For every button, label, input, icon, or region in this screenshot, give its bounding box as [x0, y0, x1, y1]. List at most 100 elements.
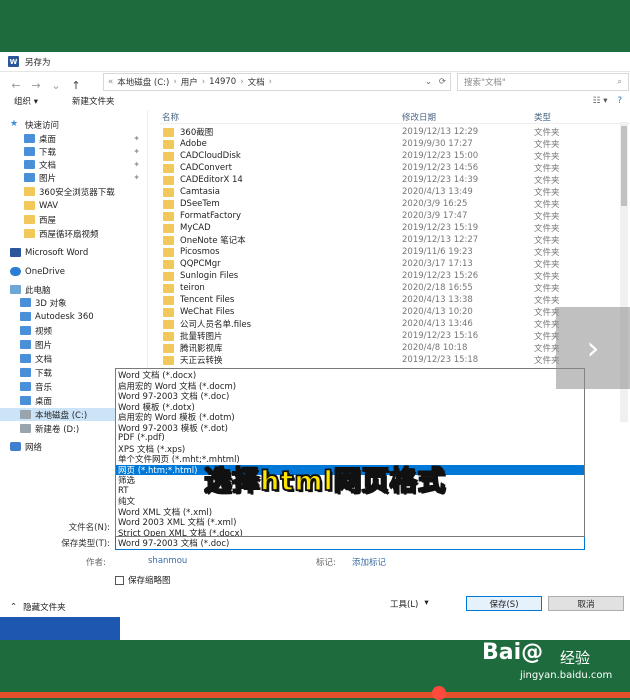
- sidebar-item[interactable]: Microsoft Word: [0, 246, 147, 259]
- file-row[interactable]: Adobe 2019/9/30 17:27 文件夹: [160, 138, 630, 150]
- file-row[interactable]: OneNote 笔记本 2019/12/13 12:27 文件夹: [160, 234, 630, 246]
- file-row[interactable]: CADConvert 2019/12/23 14:56 文件夹: [160, 162, 630, 174]
- drive-icon: [20, 424, 31, 433]
- column-date[interactable]: 修改日期: [402, 111, 436, 123]
- file-type: 文件夹: [534, 140, 560, 150]
- view-options-icon[interactable]: ☷ ▾: [593, 96, 608, 106]
- file-type: 文件夹: [534, 296, 560, 306]
- file-type: 文件夹: [534, 128, 560, 138]
- tags-label: 标记:: [316, 558, 336, 568]
- sidebar-item[interactable]: 图片: [0, 338, 147, 351]
- tags-value[interactable]: 添加标记: [352, 556, 386, 568]
- cancel-button[interactable]: 取消: [548, 596, 624, 611]
- save-button[interactable]: 保存(S): [466, 596, 542, 611]
- file-row[interactable]: MyCAD 2019/12/23 15:19 文件夹: [160, 222, 630, 234]
- file-row[interactable]: teiron 2020/2/18 16:55 文件夹: [160, 282, 630, 294]
- folder-icon: [24, 215, 35, 224]
- organize-button[interactable]: 组织 ▾: [14, 95, 38, 107]
- filetype-option[interactable]: Word 97-2003 模板 (*.dot): [116, 423, 584, 434]
- sidebar-item-label: 下载: [35, 368, 53, 379]
- sidebar-item[interactable]: 桌面 ✦: [0, 132, 147, 145]
- file-row[interactable]: Picosmos 2019/11/6 19:23 文件夹: [160, 246, 630, 258]
- sidebar-item[interactable]: 360安全浏览器下载: [0, 185, 147, 198]
- file-name: teiron: [180, 283, 205, 293]
- sidebar-item[interactable]: Autodesk 360: [0, 310, 147, 323]
- file-date: 2019/12/23 14:39: [402, 175, 479, 185]
- sidebar-item-label: 视频: [35, 326, 53, 337]
- back-arrow-icon[interactable]: ←: [8, 77, 24, 93]
- taskbar-app[interactable]: [0, 617, 120, 640]
- sidebar-item[interactable]: 西屋循环扇视频: [0, 227, 147, 240]
- filetype-select[interactable]: Word 97-2003 文档 (*.doc): [115, 536, 585, 550]
- file-date: 2020/3/9 17:47: [402, 211, 468, 221]
- sidebar-item-label: Microsoft Word: [25, 247, 89, 258]
- sidebar-item-label: 桌面: [39, 134, 57, 145]
- filetype-dropdown-list[interactable]: Word 文档 (*.docx) 启用宏的 Word 文档 (*.docm) Wor…: [115, 368, 585, 537]
- file-row[interactable]: 360截图 2019/12/13 12:29 文件夹: [160, 126, 630, 138]
- sidebar-item-label: 此电脑: [25, 285, 51, 296]
- desktop-icon: [20, 396, 31, 405]
- breadcrumb-users[interactable]: 用户: [181, 76, 198, 88]
- recent-dropdown-icon[interactable]: ⌄: [48, 77, 64, 93]
- column-type[interactable]: 类型: [534, 111, 551, 123]
- file-row[interactable]: Tencent Files 2020/4/13 13:38 文件夹: [160, 294, 630, 306]
- sidebar-item-label: OneDrive: [25, 266, 65, 277]
- file-row[interactable]: CADEditorX 14 2019/12/23 14:39 文件夹: [160, 174, 630, 186]
- search-input[interactable]: 搜索"文档": [464, 76, 506, 88]
- tools-menu[interactable]: 工具(L) ▾: [390, 598, 429, 610]
- file-row[interactable]: CADCloudDisk 2019/12/23 15:00 文件夹: [160, 150, 630, 162]
- sidebar-item[interactable]: WAV: [0, 199, 147, 212]
- sidebar-item[interactable]: 下载 ✦: [0, 145, 147, 158]
- breadcrumb-drive[interactable]: 本地磁盘 (C:): [117, 76, 169, 88]
- file-row[interactable]: Sunlogin Files 2019/12/23 15:26 文件夹: [160, 270, 630, 282]
- sidebar-item[interactable]: 视频: [0, 324, 147, 337]
- file-date: 2020/4/13 13:38: [402, 295, 473, 305]
- file-type: 文件夹: [534, 200, 560, 210]
- file-date: 2019/12/13 12:29: [402, 127, 479, 137]
- new-folder-button[interactable]: 新建文件夹: [72, 95, 115, 107]
- video-progress-bar[interactable]: [0, 692, 630, 698]
- sidebar-item-label: WAV: [39, 200, 59, 211]
- sidebar-item-label: 文档: [39, 160, 57, 171]
- sidebar-item[interactable]: 图片 ✦: [0, 171, 147, 184]
- next-slide-button[interactable]: ›: [556, 307, 630, 389]
- file-row[interactable]: DSeeTem 2020/3/9 16:25 文件夹: [160, 198, 630, 210]
- file-row[interactable]: Camtasia 2020/4/13 13:49 文件夹: [160, 186, 630, 198]
- scrollbar-thumb[interactable]: [621, 126, 627, 206]
- sidebar-item-label: 西屋循环扇视频: [39, 229, 99, 240]
- sidebar-item[interactable]: ★ 快速访问: [0, 118, 147, 131]
- sidebar-item[interactable]: 3D 对象: [0, 296, 147, 309]
- address-bar[interactable]: « 本地磁盘 (C:) › 用户 › 14970 › 文档 › ⌄ ⟳: [103, 73, 451, 91]
- sidebar-item[interactable]: 西屋: [0, 213, 147, 226]
- chevron-up-icon: ⌃: [10, 602, 18, 612]
- thumbnail-checkbox[interactable]: [115, 575, 124, 585]
- breadcrumb-user[interactable]: 14970: [209, 77, 236, 87]
- breadcrumb-documents[interactable]: 文档: [248, 76, 265, 88]
- filetype-option[interactable]: Strict Open XML 文档 (*.docx): [116, 528, 584, 536]
- up-arrow-icon[interactable]: ↑: [68, 77, 84, 93]
- forward-arrow-icon[interactable]: →: [28, 77, 44, 93]
- search-box[interactable]: 搜索"文档" ⌕: [457, 73, 629, 91]
- sidebar-item[interactable]: OneDrive: [0, 265, 147, 278]
- sidebar-item-label: 西屋: [39, 215, 57, 226]
- picture-icon: [20, 340, 31, 349]
- refresh-icon[interactable]: ⟳: [439, 77, 446, 87]
- address-dropdown-icon[interactable]: ⌄: [425, 77, 432, 87]
- filetype-option[interactable]: PDF (*.pdf): [116, 433, 584, 444]
- sidebar-item[interactable]: 文档 ✦: [0, 158, 147, 171]
- file-date: 2019/12/23 15:00: [402, 151, 479, 161]
- help-icon[interactable]: ?: [617, 96, 622, 106]
- column-name[interactable]: 名称: [162, 111, 179, 123]
- video-icon: [20, 326, 31, 335]
- thumbnail-option[interactable]: 保存缩略图: [115, 574, 171, 586]
- file-row[interactable]: QQPCMgr 2020/3/17 17:13 文件夹: [160, 258, 630, 270]
- sidebar-item[interactable]: 文档: [0, 352, 147, 365]
- author-value[interactable]: shanmou: [148, 556, 187, 566]
- hide-folders-toggle[interactable]: ⌃ 隐藏文件夹: [10, 601, 66, 613]
- file-date: 2019/12/23 15:16: [402, 331, 479, 341]
- music-icon: [20, 382, 31, 391]
- sidebar-item[interactable]: 此电脑: [0, 283, 147, 296]
- file-row[interactable]: FormatFactory 2020/3/9 17:47 文件夹: [160, 210, 630, 222]
- address-overflow-icon[interactable]: «: [108, 77, 113, 87]
- cancel-label: 取消: [577, 599, 595, 610]
